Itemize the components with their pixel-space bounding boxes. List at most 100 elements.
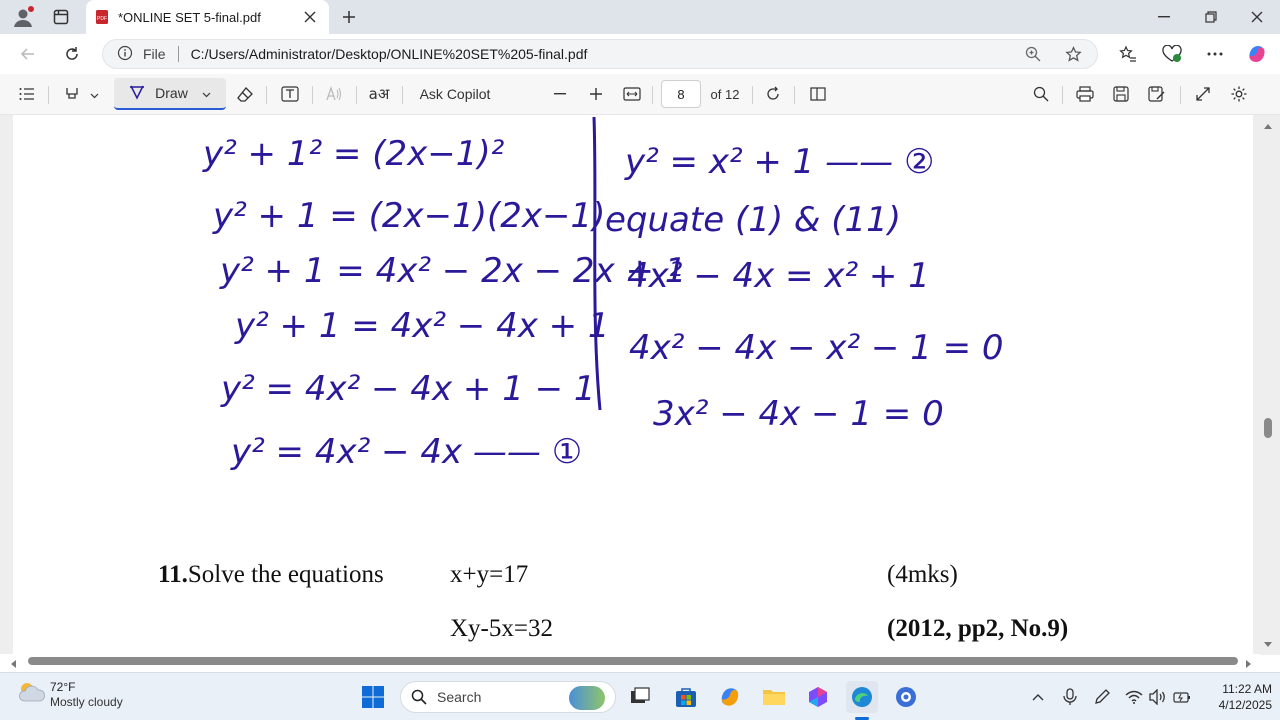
- profile-avatar-icon[interactable]: [10, 5, 36, 29]
- ink-line: y² + 1² = (2x−1)²: [202, 134, 505, 174]
- address-bar-row: File C:/Users/Administrator/Desktop/ONLI…: [0, 34, 1280, 74]
- print-icon[interactable]: [1072, 74, 1098, 114]
- zoom-out-icon[interactable]: [548, 74, 572, 114]
- add-text-icon[interactable]: [276, 74, 304, 114]
- url-text[interactable]: C:/Users/Administrator/Desktop/ONLINE%20…: [191, 46, 588, 62]
- tab-active[interactable]: PDF *ONLINE SET 5-final.pdf: [86, 0, 329, 34]
- favorite-star-icon[interactable]: [1065, 46, 1083, 64]
- microsoft-store-icon[interactable]: [670, 681, 702, 713]
- search-label: Search: [437, 689, 482, 705]
- eraser-icon[interactable]: [232, 74, 258, 114]
- question-prompt: Solve the equations: [187, 561, 384, 588]
- ink-line: 4x² − 4x − x² − 1 = 0: [629, 328, 1004, 368]
- ink-line: 4x² − 4x = x² + 1: [627, 256, 930, 296]
- toolbar-divider: [48, 86, 49, 104]
- new-tab-icon[interactable]: [337, 5, 361, 29]
- toolbar-divider: [652, 86, 653, 104]
- info-icon[interactable]: [117, 45, 135, 63]
- file-explorer-icon[interactable]: [758, 681, 790, 713]
- vertical-scrollbar[interactable]: [1262, 115, 1274, 655]
- toolbar-divider: [402, 86, 403, 104]
- copilot-app-icon[interactable]: [714, 681, 746, 713]
- vertical-scroll-thumb[interactable]: [1264, 418, 1272, 438]
- taskbar-search-box[interactable]: Search: [400, 681, 616, 713]
- microphone-icon[interactable]: [1054, 681, 1086, 713]
- toolbar-divider: [266, 86, 267, 104]
- ink-line: y² + 1 = 4x² − 4x + 1: [234, 306, 610, 346]
- pdf-page: y² + 1² = (2x−1)² y² + 1 = (2x−1)(2x−1) …: [13, 115, 1253, 655]
- back-icon[interactable]: [16, 42, 40, 66]
- zoom-in-icon[interactable]: [584, 74, 608, 114]
- horizontal-scroll-thumb[interactable]: [28, 657, 1238, 665]
- close-window-icon[interactable]: [1243, 5, 1271, 29]
- save-icon[interactable]: [1108, 74, 1134, 114]
- app-window: PDF *ONLINE SET 5-final.pdf File C:/User…: [0, 0, 1280, 720]
- pdf-toolbar: Draw aअ Ask Copilot 8 of 12: [0, 74, 1280, 115]
- svg-text:PDF: PDF: [97, 16, 107, 22]
- refresh-icon[interactable]: [60, 42, 84, 66]
- pen-icon: [129, 84, 145, 103]
- clock-time: 11:22 AM: [1222, 682, 1272, 696]
- equation-1: x+y=17: [450, 561, 529, 588]
- file-label: File: [143, 46, 166, 62]
- question-number: 11.: [158, 561, 188, 588]
- scroll-down-icon[interactable]: [1262, 636, 1274, 654]
- toolbar-divider: [1180, 86, 1181, 104]
- search-highlight-icon: [569, 686, 605, 710]
- source-label: (2012, pp2, No.9): [887, 615, 1069, 642]
- ask-copilot-button[interactable]: Ask Copilot: [410, 74, 500, 114]
- restore-icon[interactable]: [1197, 5, 1225, 29]
- page-view-icon[interactable]: [804, 74, 832, 114]
- microsoft-365-icon[interactable]: [802, 681, 834, 713]
- page-number-input[interactable]: 8: [661, 80, 701, 108]
- toolbar-divider: [356, 86, 357, 104]
- settings-gear-icon[interactable]: [1226, 74, 1252, 114]
- marks-label: (4mks): [887, 561, 958, 588]
- minimize-icon[interactable]: [1150, 5, 1178, 29]
- weather-desc: Mostly cloudy: [50, 694, 123, 709]
- start-windows-icon[interactable]: [357, 681, 389, 713]
- close-tab-icon[interactable]: [299, 6, 321, 28]
- pen-menu-icon[interactable]: [1086, 681, 1118, 713]
- ink-line: y² = 4x² − 4x —— ①: [230, 432, 582, 472]
- draw-label: Draw: [155, 85, 188, 101]
- find-icon[interactable]: [1028, 74, 1054, 114]
- tab-title: *ONLINE SET 5-final.pdf: [118, 9, 261, 25]
- translate-icon[interactable]: aअ: [364, 74, 394, 114]
- scroll-up-icon[interactable]: [1262, 117, 1274, 135]
- draw-button[interactable]: Draw: [114, 78, 226, 110]
- zoom-icon[interactable]: [1025, 46, 1043, 64]
- workspaces-icon[interactable]: [48, 5, 74, 29]
- copilot-icon[interactable]: [1244, 41, 1270, 67]
- show-hidden-icons-icon[interactable]: [1022, 681, 1054, 713]
- contents-icon[interactable]: [12, 74, 42, 114]
- ink-line: y² + 1 = 4x² − 2x − 2x + 1: [219, 251, 686, 291]
- highlight-button[interactable]: [56, 74, 106, 114]
- omnibox[interactable]: File C:/Users/Administrator/Desktop/ONLI…: [102, 39, 1098, 69]
- equation-2: Xy-5x=32: [450, 615, 553, 642]
- highlighter-icon: [64, 85, 82, 104]
- clock-date: 4/12/2025: [1218, 698, 1272, 712]
- task-view-icon[interactable]: [624, 681, 656, 713]
- fullscreen-icon[interactable]: [1190, 74, 1216, 114]
- draw-chevron-icon: [202, 85, 211, 101]
- fit-width-icon[interactable]: [620, 74, 644, 114]
- weather-widget[interactable]: 72°F Mostly cloudy: [16, 679, 123, 710]
- pdf-file-icon: PDF: [94, 9, 110, 25]
- read-aloud-icon[interactable]: [320, 74, 348, 114]
- weather-temp: 72°F: [50, 679, 76, 694]
- ink-line: equate (1) & (11): [605, 200, 901, 240]
- clock[interactable]: 11:22 AM 4/12/2025: [1196, 681, 1272, 713]
- horizontal-scrollbar[interactable]: [0, 654, 1260, 668]
- more-options-icon[interactable]: [1203, 42, 1227, 66]
- pdf-viewport[interactable]: y² + 1² = (2x−1)² y² + 1 = (2x−1)(2x−1) …: [0, 115, 1280, 655]
- save-as-icon[interactable]: [1144, 74, 1170, 114]
- favorites-icon[interactable]: [1116, 42, 1140, 66]
- edge-browser-icon[interactable]: [846, 681, 878, 713]
- toolbar-divider: [794, 86, 795, 104]
- rotate-icon[interactable]: [760, 74, 786, 114]
- chevron-down-icon: [90, 86, 99, 102]
- battery-icon[interactable]: [1166, 681, 1198, 713]
- app-icon[interactable]: [890, 681, 922, 713]
- browser-essentials-icon[interactable]: [1160, 42, 1184, 66]
